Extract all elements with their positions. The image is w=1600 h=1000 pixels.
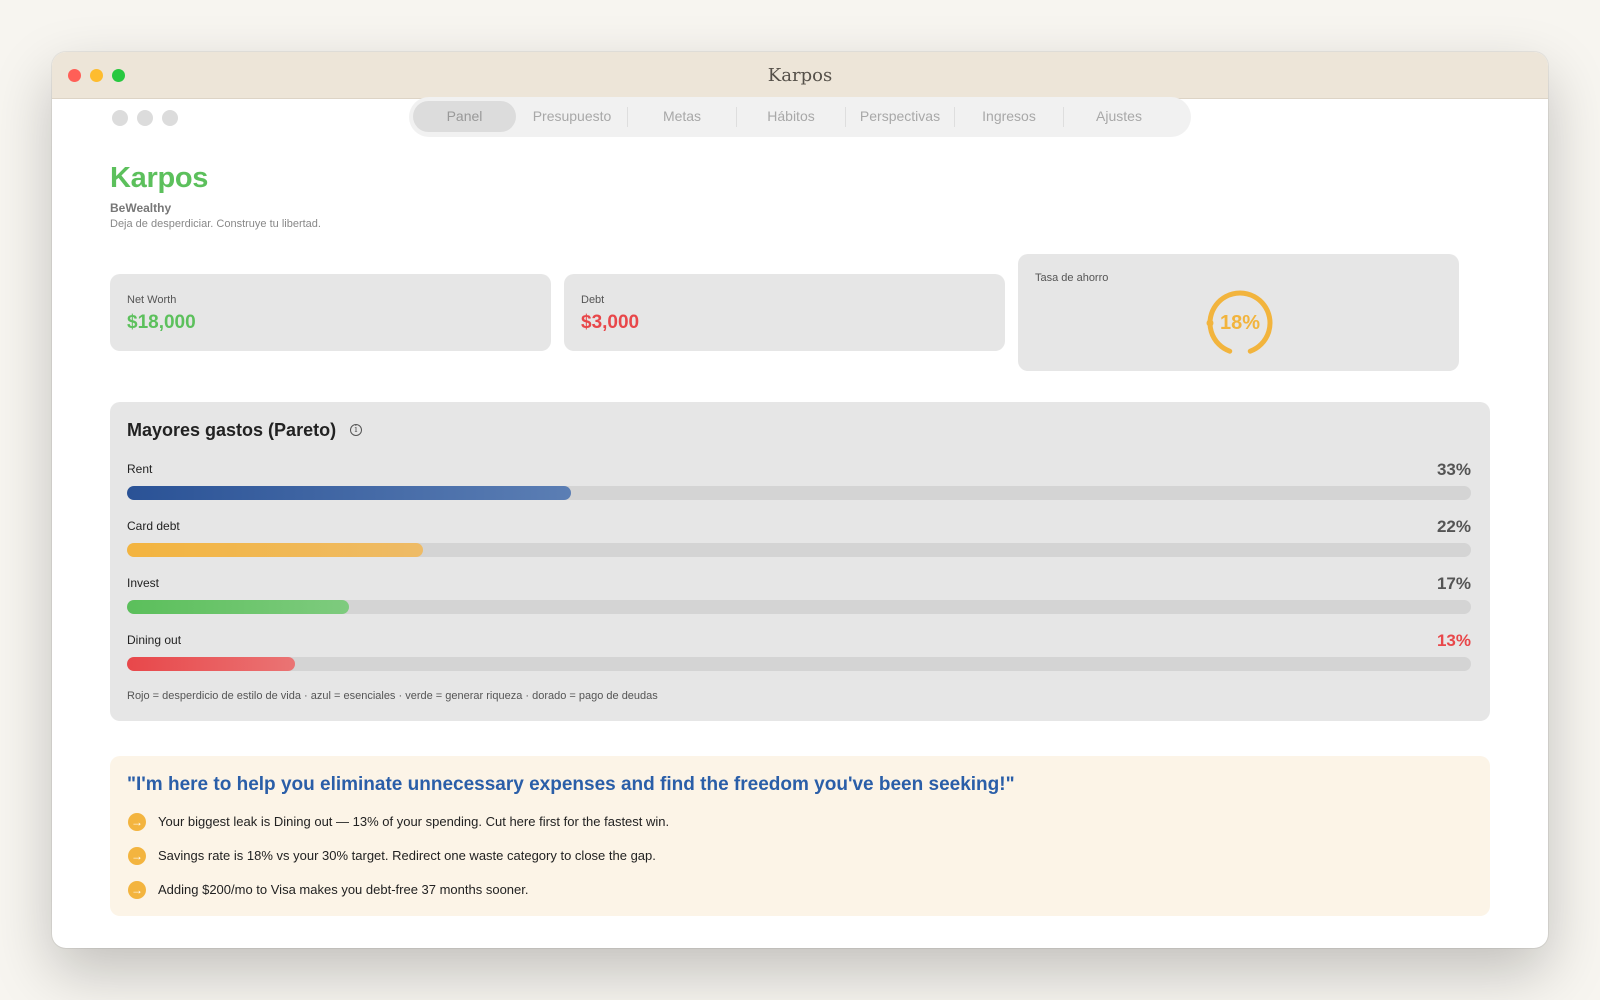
app-window: Karpos Panel Presupuesto Metas Hábitos P… [52, 52, 1548, 948]
coach-quote: "I'm here to help you eliminate unnecess… [127, 774, 1015, 795]
inactive-dot [112, 110, 128, 126]
savings-rate-gauge: 18% [1205, 288, 1275, 358]
tab-perspectivas[interactable]: Perspectivas [846, 101, 954, 132]
savings-rate-value: 18% [1219, 312, 1261, 334]
savings-rate-card: Tasa de ahorro 18% [1018, 254, 1459, 371]
expense-label: Card debt [127, 519, 180, 533]
expense-bar-fill [127, 543, 423, 557]
savings-rate-label: Tasa de ahorro [1035, 272, 1109, 284]
expense-row-dining-out: Dining out 13% [127, 631, 1471, 683]
expense-bar-fill [127, 486, 571, 500]
net-worth-value: $18,000 [127, 312, 196, 333]
debt-card: Debt $3,000 [564, 274, 1005, 351]
arrow-right-circle-icon: → [128, 813, 146, 831]
expense-row-rent: Rent 33% [127, 460, 1471, 512]
expense-percent: 22% [1436, 517, 1471, 536]
color-legend-note: Rojo = desperdicio de estilo de vida · a… [127, 690, 658, 702]
coach-tip-text: Your biggest leak is Dining out — 13% of… [158, 814, 670, 829]
pareto-panel: Mayores gastos (Pareto) i Rent 33% Card … [110, 402, 1490, 721]
inactive-dot [137, 110, 153, 126]
expense-percent: 13% [1436, 631, 1471, 650]
tab-panel[interactable]: Panel [413, 101, 516, 132]
info-icon[interactable]: i [350, 424, 362, 436]
tab-presupuesto[interactable]: Presupuesto [517, 101, 627, 132]
expense-bar-fill [127, 600, 349, 614]
tab-ajustes[interactable]: Ajustes [1064, 101, 1174, 132]
net-worth-card: Net Worth $18,000 [110, 274, 551, 351]
expense-percent: 17% [1436, 574, 1471, 593]
expense-row-invest: Invest 17% [127, 574, 1471, 626]
coach-panel: "I'm here to help you eliminate unnecess… [110, 756, 1490, 916]
coach-tip-text: Adding $200/mo to Visa makes you debt-fr… [158, 882, 529, 897]
debt-value: $3,000 [581, 312, 640, 333]
title-bar: Karpos [52, 52, 1548, 99]
window-title: Karpos [767, 65, 833, 86]
arrow-right-circle-icon: → [128, 847, 146, 865]
tab-metas[interactable]: Metas [628, 101, 736, 132]
expense-bar-track [127, 543, 1471, 557]
expense-label: Dining out [127, 633, 182, 647]
expense-bar-track [127, 657, 1471, 671]
tab-bar: Panel Presupuesto Metas Hábitos Perspect… [409, 97, 1191, 137]
tab-ingresos[interactable]: Ingresos [955, 101, 1063, 132]
brand-tagline: Deja de desperdiciar. Construye tu liber… [110, 218, 321, 230]
brand-title: Karpos [110, 162, 209, 194]
coach-tip-text: Savings rate is 18% vs your 30% target. … [158, 848, 656, 863]
tab-habitos[interactable]: Hábitos [737, 101, 845, 132]
expense-percent: 33% [1436, 460, 1471, 479]
expense-label: Invest [127, 576, 160, 590]
brand-subtitle: BeWealthy [110, 201, 172, 215]
expense-bar-track [127, 486, 1471, 500]
net-worth-label: Net Worth [127, 294, 177, 306]
pareto-title: Mayores gastos (Pareto) [127, 420, 337, 440]
inactive-dot [162, 110, 178, 126]
debt-label: Debt [581, 294, 605, 306]
brand-header: Karpos BeWealthy Deja de desperdiciar. C… [110, 162, 321, 230]
expense-row-card-debt: Card debt 22% [127, 517, 1471, 569]
arrow-right-circle-icon: → [128, 881, 146, 899]
expense-bar-fill [127, 657, 295, 671]
expense-bar-track [127, 600, 1471, 614]
expense-label: Rent [127, 462, 153, 476]
